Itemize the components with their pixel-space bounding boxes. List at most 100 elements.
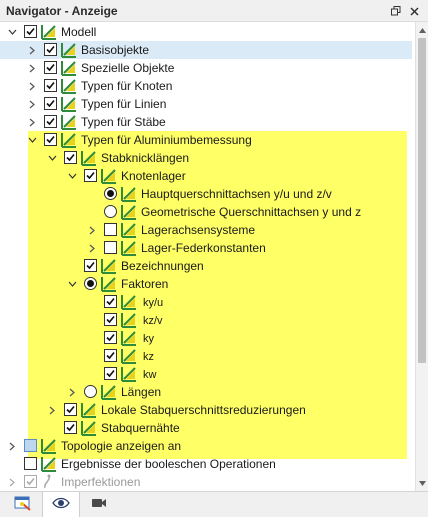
expand-icon[interactable] (6, 473, 18, 491)
checkbox-checked[interactable] (64, 421, 77, 434)
tree-item-boolesche[interactable]: Ergebnisse der booleschen Operationen (0, 455, 412, 473)
collapse-icon[interactable] (66, 167, 78, 185)
checkbox-checked[interactable] (64, 151, 77, 164)
expand-icon[interactable] (66, 383, 78, 401)
vertical-scrollbar[interactable] (415, 22, 428, 491)
tree-label: Basisobjekte (81, 43, 150, 57)
scroll-up-icon[interactable] (416, 23, 428, 37)
model-icon (41, 24, 57, 40)
tree-label: Typen für Linien (81, 97, 167, 111)
tree-item-kz-v[interactable]: kz/v (0, 311, 412, 329)
collapse-icon[interactable] (66, 275, 78, 293)
radio-unselected[interactable] (84, 385, 97, 398)
checkbox-checked[interactable] (44, 97, 57, 110)
checkbox-unchecked[interactable] (24, 457, 37, 470)
tree-label: Faktoren (121, 277, 169, 291)
checkbox-checked[interactable] (104, 295, 117, 308)
tree-item-hauptquerschnitt[interactable]: Hauptquerschnittachsen y/u und z/v (0, 185, 412, 203)
checkbox-checked[interactable] (44, 79, 57, 92)
tree-item-geometrische[interactable]: Geometrische Querschnittachsen y und z (0, 203, 412, 221)
checkbox-checked[interactable] (24, 475, 37, 488)
tree-item-topologie[interactable]: Topologie anzeigen an (0, 437, 412, 455)
model-icon (61, 78, 77, 94)
model-icon (121, 204, 137, 220)
checkbox-checked[interactable] (44, 133, 57, 146)
tree-label: Topologie anzeigen an (61, 439, 182, 453)
checkbox-checked[interactable] (104, 349, 117, 362)
tree-item-lager-feder[interactable]: Lager-Federkonstanten (0, 239, 412, 257)
tree-item-typen-linien[interactable]: Typen für Linien (0, 95, 412, 113)
tree-item-stabquernaehte[interactable]: Stabquernähte (0, 419, 412, 437)
tree-item-stabknicklaengen[interactable]: Stabknicklängen (0, 149, 412, 167)
tree-label: Ergebnisse der booleschen Operationen (61, 457, 276, 471)
checkbox-checked[interactable] (44, 61, 57, 74)
radio-selected[interactable] (104, 187, 117, 200)
tree-item-spezielle-objekte[interactable]: Spezielle Objekte (0, 59, 412, 77)
tree-item-laengen[interactable]: Längen (0, 383, 412, 401)
collapse-icon[interactable] (6, 23, 18, 41)
tree-item-kw[interactable]: kw (0, 365, 412, 383)
model-icon (101, 168, 117, 184)
expand-icon[interactable] (26, 41, 38, 59)
tree-label: Modell (61, 25, 97, 39)
checkbox-partial[interactable] (24, 439, 37, 452)
checkbox-checked[interactable] (24, 25, 37, 38)
checkbox-unchecked[interactable] (104, 241, 117, 254)
views-tab[interactable] (80, 492, 118, 517)
tree-label: Lager-Federkonstanten (141, 241, 266, 255)
panel-titlebar: Navigator - Anzeige (0, 0, 428, 22)
model-icon (121, 240, 137, 256)
model-icon (101, 384, 117, 400)
tree-label: Typen für Stäbe (81, 115, 166, 129)
tree-label: kz (143, 351, 154, 363)
checkbox-unchecked[interactable] (104, 223, 117, 236)
tree-label: Typen für Aluminiumbemessung (81, 133, 252, 147)
checkbox-checked[interactable] (84, 259, 97, 272)
tree-item-kz[interactable]: kz (0, 347, 412, 365)
checkbox-checked[interactable] (44, 115, 57, 128)
expand-icon[interactable] (26, 77, 38, 95)
expand-icon[interactable] (26, 113, 38, 131)
tree-item-typen-staebe[interactable]: Typen für Stäbe (0, 113, 412, 131)
checkbox-checked[interactable] (104, 331, 117, 344)
collapse-icon[interactable] (26, 131, 38, 149)
radio-selected[interactable] (84, 277, 97, 290)
expand-icon[interactable] (86, 221, 98, 239)
model-icon (61, 132, 77, 148)
scroll-down-icon[interactable] (416, 476, 428, 490)
expand-icon[interactable] (26, 95, 38, 113)
tree-item-imperfektionen[interactable]: Imperfektionen (0, 473, 412, 491)
tree-item-basisobjekte[interactable]: Basisobjekte (0, 41, 412, 59)
tree-item-ky-u[interactable]: ky/u (0, 293, 412, 311)
display-tab[interactable] (42, 492, 80, 517)
checkbox-checked[interactable] (104, 313, 117, 326)
checkbox-checked[interactable] (104, 367, 117, 380)
tree-item-bezeichnungen[interactable]: Bezeichnungen (0, 257, 412, 275)
tree-label: Stabquernähte (101, 421, 180, 435)
tree-item-ky[interactable]: ky (0, 329, 412, 347)
close-icon[interactable] (406, 3, 422, 19)
data-tab[interactable] (4, 492, 42, 517)
tree-item-faktoren[interactable]: Faktoren (0, 275, 412, 293)
camera-icon (91, 497, 107, 512)
eye-icon (52, 497, 70, 512)
float-window-icon[interactable] (388, 3, 404, 19)
collapse-icon[interactable] (46, 149, 58, 167)
expand-icon[interactable] (46, 401, 58, 419)
expand-icon[interactable] (86, 239, 98, 257)
scroll-thumb[interactable] (418, 38, 426, 363)
tree-item-typen-knoten[interactable]: Typen für Knoten (0, 77, 412, 95)
tree-item-lokale-reduz[interactable]: Lokale Stabquerschnittsreduzierungen (0, 401, 412, 419)
expand-icon[interactable] (6, 437, 18, 455)
model-icon (61, 42, 77, 58)
tree-item-lagerachsensysteme[interactable]: Lagerachsensysteme (0, 221, 412, 239)
tree-item-knotenlager[interactable]: Knotenlager (0, 167, 412, 185)
checkbox-checked[interactable] (44, 43, 57, 56)
tree-item-typen-alu[interactable]: Typen für Aluminiumbemessung (0, 131, 412, 149)
model-icon (101, 276, 117, 292)
tree-item-modell[interactable]: Modell (0, 23, 412, 41)
radio-unselected[interactable] (104, 205, 117, 218)
expand-icon[interactable] (26, 59, 38, 77)
checkbox-checked[interactable] (64, 403, 77, 416)
checkbox-checked[interactable] (84, 169, 97, 182)
